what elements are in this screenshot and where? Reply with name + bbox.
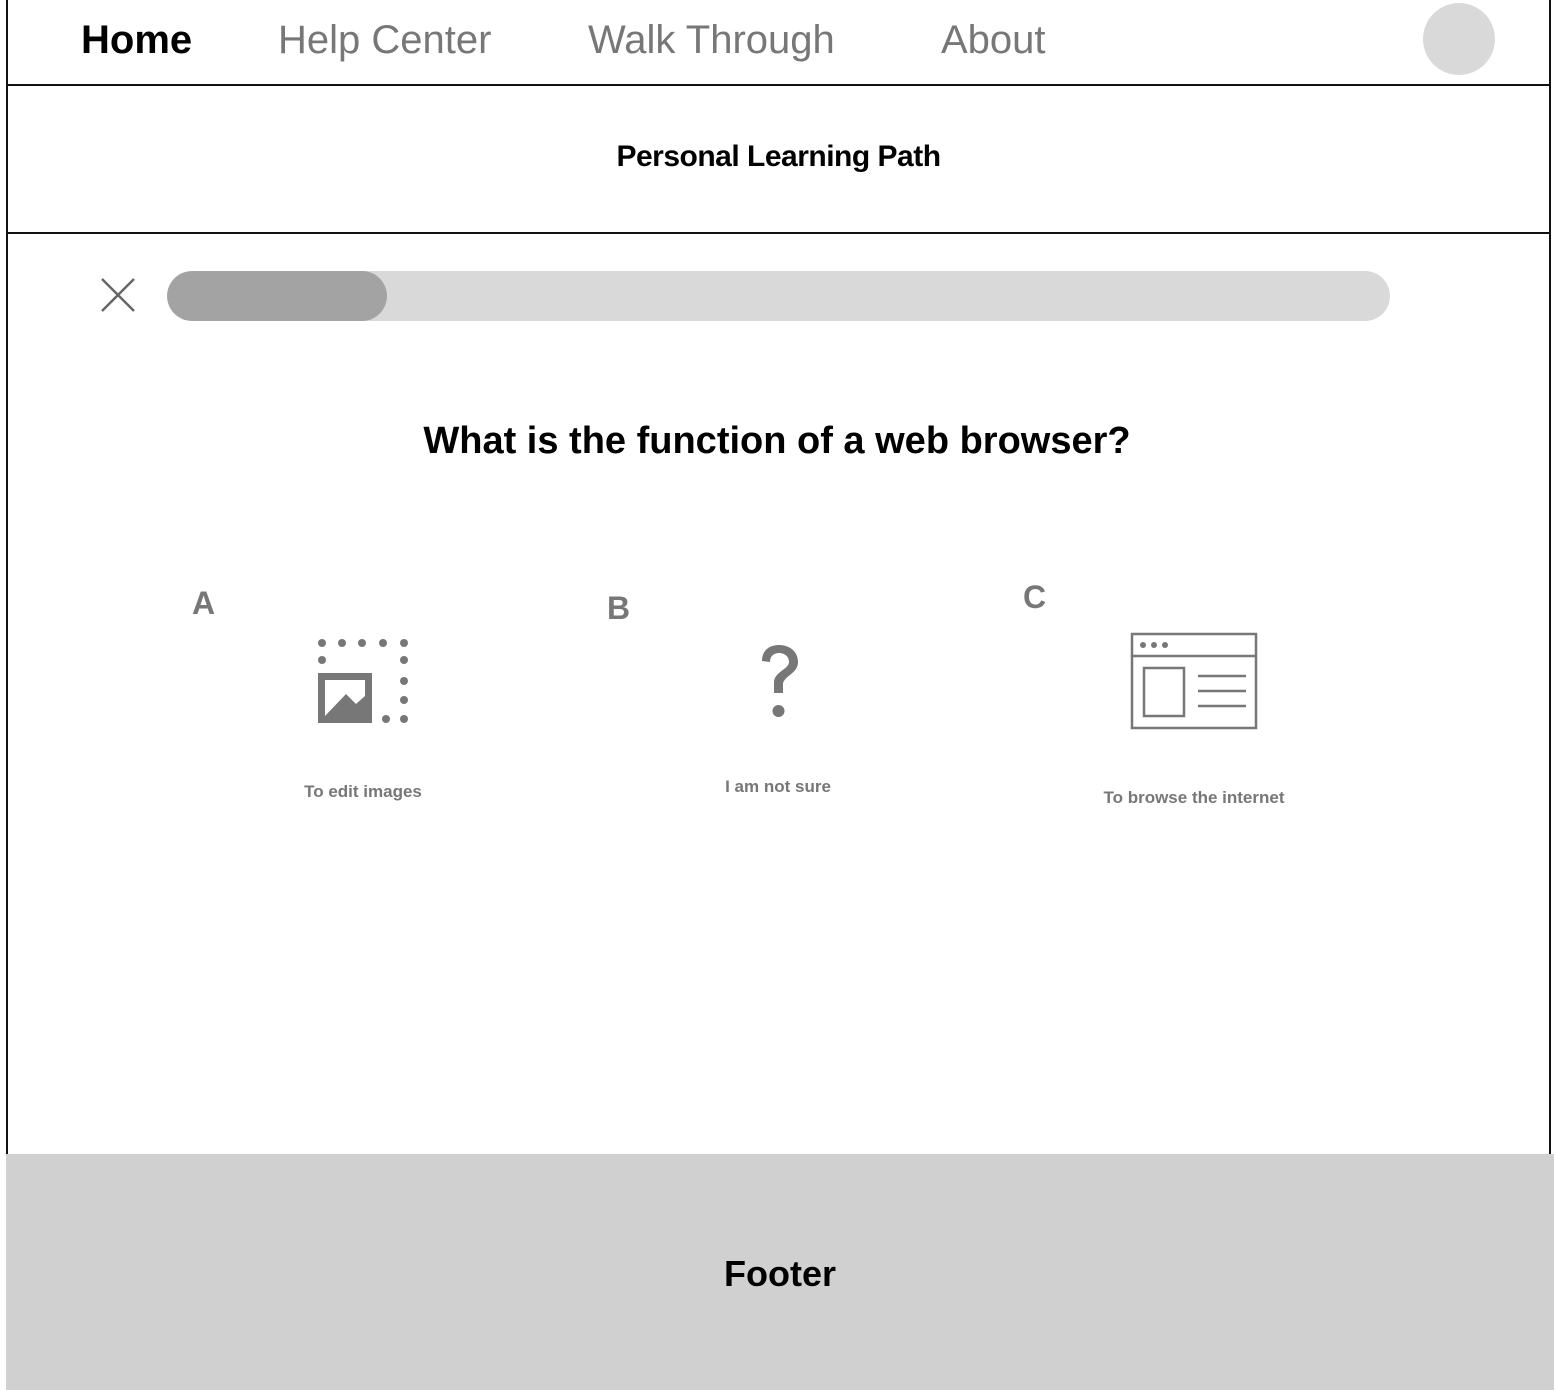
nav-about[interactable]: About bbox=[941, 18, 1046, 62]
footer-label: Footer bbox=[724, 1253, 836, 1294]
progress-bar-fill bbox=[167, 271, 388, 321]
close-icon bbox=[101, 278, 135, 312]
close-button[interactable] bbox=[99, 276, 137, 314]
nav-help-center[interactable]: Help Center bbox=[278, 18, 491, 62]
question-text: What is the function of a web browser? bbox=[423, 420, 1131, 462]
option-b-button[interactable] bbox=[754, 643, 804, 726]
option-a-label: To edit images bbox=[304, 782, 422, 801]
question-mark-icon bbox=[762, 645, 798, 717]
progress-bar bbox=[167, 271, 1390, 321]
footer: Footer bbox=[6, 1154, 1554, 1390]
option-b-label: I am not sure bbox=[725, 777, 831, 796]
nav-walk-through[interactable]: Walk Through bbox=[588, 18, 835, 62]
option-c-label: To browse the internet bbox=[1103, 788, 1285, 807]
page-title: Personal Learning Path bbox=[616, 140, 941, 173]
option-b-letter: B bbox=[607, 590, 631, 626]
browser-window-icon bbox=[1130, 632, 1258, 730]
avatar[interactable] bbox=[1423, 3, 1495, 75]
nav-home[interactable]: Home bbox=[81, 18, 192, 62]
option-c-button[interactable] bbox=[1130, 632, 1260, 737]
page-header: Personal Learning Path bbox=[8, 86, 1549, 234]
image-crop-icon bbox=[318, 639, 408, 723]
page: Home Help Center Walk Through About Pers… bbox=[0, 0, 1554, 1390]
top-navigation: Home Help Center Walk Through About bbox=[8, 0, 1549, 86]
frame-right-border bbox=[1549, 0, 1551, 1154]
option-c-letter: C bbox=[1023, 579, 1047, 615]
option-a-button[interactable] bbox=[316, 638, 412, 733]
option-a-letter: A bbox=[192, 585, 216, 621]
